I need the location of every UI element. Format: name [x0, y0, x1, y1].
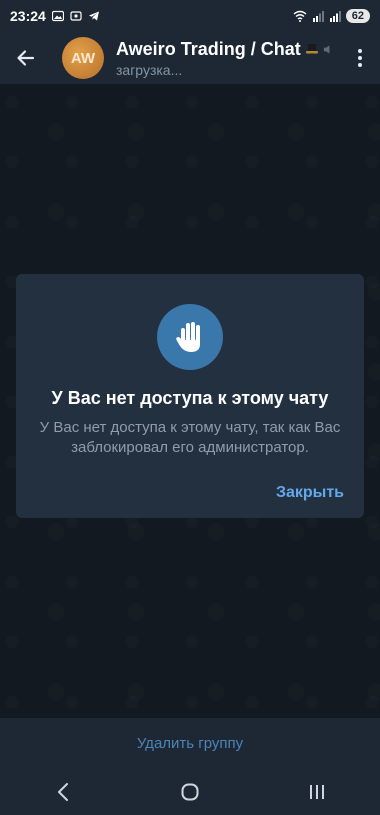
system-nav-bar — [0, 768, 380, 815]
chat-title-block[interactable]: Aweiro Trading / Chat загрузка... — [116, 39, 334, 78]
access-denied-dialog: У Вас нет доступа к этому чату У Вас нет… — [16, 274, 364, 518]
chat-header: AW Aweiro Trading / Chat загрузка... — [0, 32, 380, 84]
chat-title: Aweiro Trading / Chat — [116, 39, 334, 60]
hand-icon-circle — [157, 304, 223, 370]
status-right: 62 — [293, 9, 370, 23]
avatar[interactable]: AW — [62, 37, 104, 79]
nav-recents-icon — [309, 784, 324, 799]
status-left: 23:24 — [10, 8, 100, 24]
nav-back-icon — [58, 782, 69, 801]
nav-home-icon — [181, 783, 199, 800]
more-vert-icon — [358, 49, 362, 67]
nav-back-button[interactable] — [43, 772, 83, 812]
back-button[interactable] — [0, 32, 52, 84]
telegram-icon — [88, 11, 99, 21]
close-button[interactable]: Закрыть — [276, 484, 344, 502]
wifi-icon — [293, 10, 307, 22]
emoji-hat-icon — [305, 44, 318, 54]
signal-2-icon — [329, 11, 341, 22]
delete-group-button[interactable]: Удалить группу — [137, 735, 243, 752]
status-time: 23:24 — [10, 8, 46, 24]
more-menu-button[interactable] — [340, 32, 380, 84]
battery-indicator: 62 — [345, 9, 370, 23]
nav-home-button[interactable] — [170, 772, 210, 812]
chat-status: загрузка... — [116, 61, 183, 78]
dialog-title: У Вас нет доступа к этому чату — [51, 388, 329, 408]
hand-stop-icon — [176, 322, 200, 352]
chat-title-text: Aweiro Trading / Chat — [116, 38, 301, 59]
arrow-left-icon — [17, 50, 35, 66]
dialog-message: У Вас нет доступа к этому чату, так как … — [39, 419, 341, 456]
screenshot-icon — [70, 11, 82, 21]
nav-recents-button[interactable] — [297, 772, 337, 812]
delete-group-bar[interactable]: Удалить группу — [0, 718, 380, 768]
muted-icon — [323, 44, 330, 54]
status-bar: 23:24 62 — [0, 0, 380, 32]
signal-icon — [312, 11, 324, 22]
gallery-icon — [51, 10, 64, 22]
